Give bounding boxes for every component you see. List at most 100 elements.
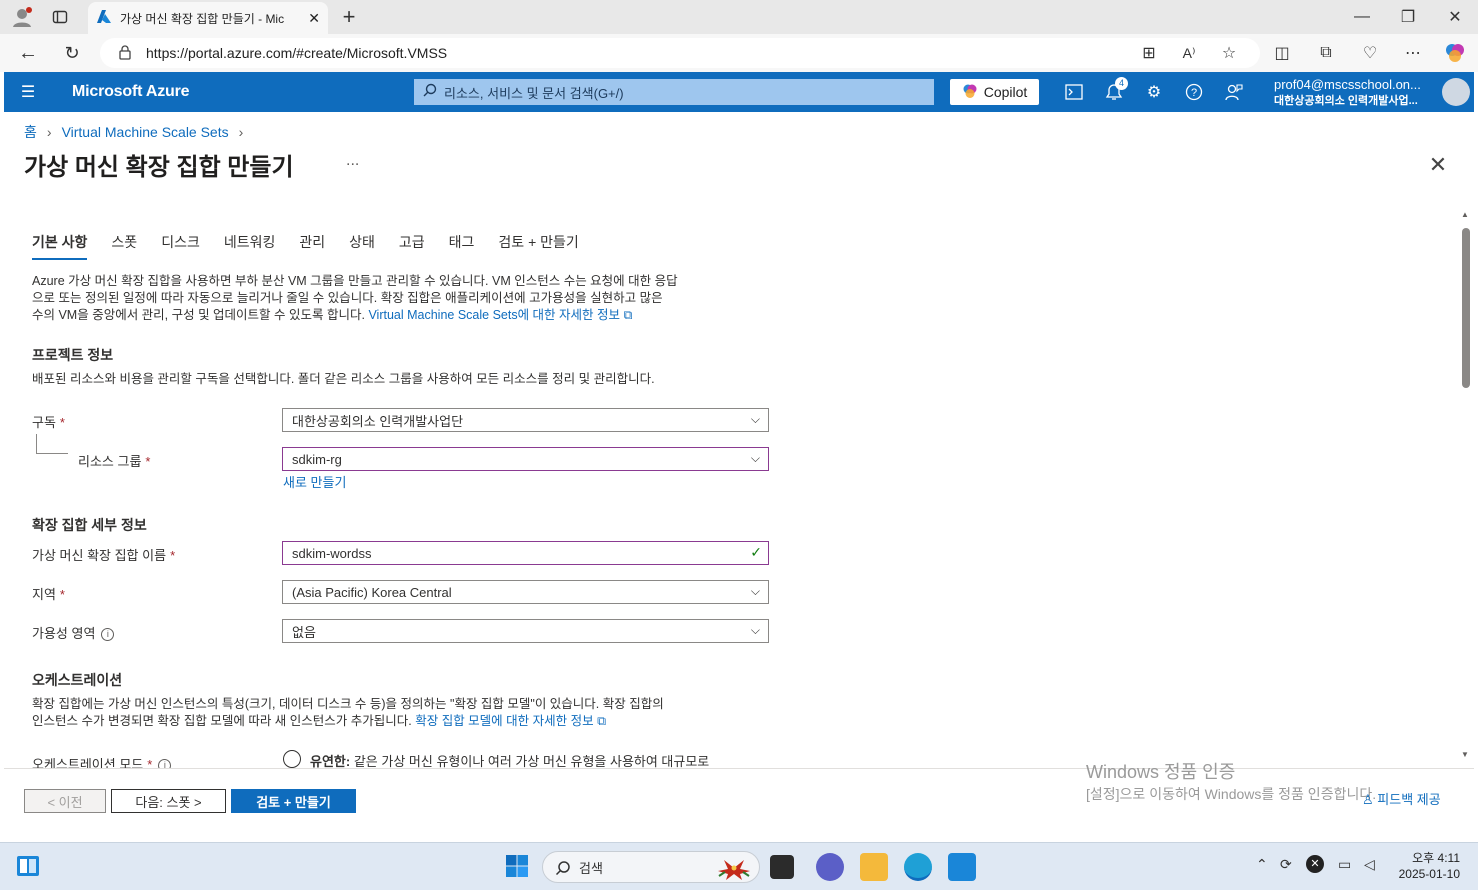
scroll-down-icon[interactable]: ▼ bbox=[1461, 750, 1469, 759]
tab-tags[interactable]: 태그 bbox=[449, 232, 475, 260]
feedback-person-icon[interactable] bbox=[1222, 80, 1246, 104]
scrollbar-thumb[interactable] bbox=[1462, 228, 1470, 388]
flexible-bold: 유연한: bbox=[310, 754, 351, 769]
help-icon[interactable]: ? bbox=[1182, 80, 1206, 104]
vmss-name-input[interactable]: sdkim-wordss ✓ bbox=[282, 541, 769, 565]
page-title: 가상 머신 확장 집합 만들기 bbox=[24, 154, 294, 181]
portal-menu-icon[interactable]: ☰ bbox=[16, 80, 40, 104]
clock-date: 2025-01-10 bbox=[1398, 867, 1460, 881]
scroll-up-icon[interactable]: ▲ bbox=[1461, 210, 1469, 219]
tab-review-create[interactable]: 검토 + 만들기 bbox=[498, 232, 578, 260]
tab-title: 가상 머신 확장 집합 만들기 - Mic bbox=[120, 11, 285, 26]
scale-set-model-learn-more-link[interactable]: 확장 집합 모델에 대한 자세한 정보 bbox=[415, 714, 593, 728]
split-screen-icon[interactable]: ◫ bbox=[1270, 41, 1294, 65]
azure-header: ☰ Microsoft Azure 리소스, 서비스 및 문서 검색(G+/) … bbox=[4, 72, 1474, 112]
chat-icon[interactable] bbox=[816, 853, 844, 881]
close-blade-button[interactable]: ✕ bbox=[1426, 152, 1450, 178]
url-field[interactable]: https://portal.azure.com/#create/Microso… bbox=[100, 38, 1260, 68]
activation-watermark-text: [설정]으로 이동하여 Windows를 정품 인증합니다. bbox=[1086, 786, 1377, 802]
cloud-shell-icon[interactable] bbox=[1062, 80, 1086, 104]
volume-icon[interactable]: ◁ bbox=[1364, 856, 1375, 873]
task-view-icon[interactable] bbox=[770, 855, 794, 879]
tab-networking[interactable]: 네트워킹 bbox=[224, 232, 276, 260]
tab-advanced[interactable]: 고급 bbox=[399, 232, 425, 260]
subscription-label-text: 구독 bbox=[32, 415, 56, 430]
breadcrumb: 홈 › Virtual Machine Scale Sets › bbox=[24, 122, 243, 142]
sync-icon[interactable]: ⟳ bbox=[1280, 856, 1292, 873]
tab-management[interactable]: 관리 bbox=[299, 232, 325, 260]
subscription-select[interactable]: 대한상공회의소 인력개발사업단 ⌵ bbox=[282, 408, 769, 432]
breadcrumb-vmss[interactable]: Virtual Machine Scale Sets bbox=[62, 124, 229, 140]
subscription-label: 구독 * bbox=[32, 412, 65, 431]
account-org: 대한상공회의소 인력개발사업... bbox=[1274, 95, 1418, 107]
more-menu-icon[interactable]: ⋯ bbox=[1401, 41, 1425, 65]
edge-browser-icon[interactable] bbox=[904, 853, 932, 881]
refresh-icon[interactable]: ↻ bbox=[60, 41, 84, 65]
region-select[interactable]: (Asia Pacific) Korea Central ⌵ bbox=[282, 580, 769, 604]
availability-zone-select[interactable]: 없음 ⌵ bbox=[282, 619, 769, 643]
chevron-up-icon[interactable]: ⌃ bbox=[1256, 856, 1268, 873]
notification-count-badge: 4 bbox=[1115, 77, 1128, 90]
taskbar-search-label: 검색 bbox=[579, 860, 603, 876]
tab-actions-icon[interactable] bbox=[48, 5, 72, 29]
create-new-rg-link[interactable]: 새로 만들기 bbox=[283, 472, 346, 491]
region-label-text: 지역 bbox=[32, 587, 56, 602]
previous-button[interactable]: < 이전 bbox=[24, 789, 106, 813]
profile-icon[interactable] bbox=[10, 5, 34, 29]
collections-icon[interactable]: ⧉ bbox=[1314, 41, 1338, 65]
settings-gear-icon[interactable]: ⚙ bbox=[1142, 80, 1166, 104]
back-icon[interactable]: ← bbox=[16, 41, 40, 65]
feedback-label: 피드백 제공 bbox=[1377, 792, 1441, 807]
external-link-icon: ⧉ bbox=[623, 308, 633, 322]
taskbar-search[interactable]: 검색 bbox=[542, 851, 760, 883]
global-search-input[interactable]: 리소스, 서비스 및 문서 검색(G+/) bbox=[414, 79, 934, 105]
feedback-link[interactable]: ♙ 피드백 제공 bbox=[1362, 789, 1441, 808]
availability-zone-label: 가용성 영역 i bbox=[32, 623, 115, 642]
network-icon[interactable]: ▭ bbox=[1338, 856, 1351, 873]
tab-spot[interactable]: 스폿 bbox=[111, 232, 137, 260]
window-close-icon[interactable]: ✕ bbox=[1443, 5, 1467, 29]
taskbar-clock[interactable]: 오후 4:11 2025-01-10 bbox=[1396, 850, 1460, 882]
intro-line-3: 수의 VM을 중앙에서 관리, 구성 및 업데이트할 수 있도록 합니다. bbox=[32, 308, 365, 322]
widgets-icon[interactable] bbox=[16, 854, 40, 881]
app-available-icon[interactable]: ⊞ bbox=[1137, 41, 1161, 65]
close-circle-icon[interactable]: ✕ bbox=[1306, 855, 1324, 873]
copilot-sidebar-icon[interactable] bbox=[1443, 41, 1467, 65]
more-options-button[interactable]: ... bbox=[346, 152, 359, 170]
clock-time: 오후 4:11 bbox=[1412, 851, 1460, 865]
address-bar-row: ← ↻ https://portal.azure.com/#create/Mic… bbox=[0, 34, 1478, 72]
tab-basics[interactable]: 기본 사항 bbox=[32, 232, 88, 260]
notifications-icon[interactable]: 4 bbox=[1102, 77, 1128, 104]
url-text: https://portal.azure.com/#create/Microso… bbox=[146, 45, 448, 61]
vmss-name-label-text: 가상 머신 확장 집합 이름 bbox=[32, 548, 167, 563]
account-info[interactable]: prof04@mscsschool.on... 대한상공회의소 인력개발사업..… bbox=[1274, 77, 1421, 109]
browser-essentials-icon[interactable]: ♡ bbox=[1358, 41, 1382, 65]
tab-disks[interactable]: 디스크 bbox=[161, 232, 200, 260]
minimize-icon[interactable]: — bbox=[1350, 5, 1374, 29]
avatar[interactable] bbox=[1442, 78, 1470, 106]
read-aloud-icon[interactable]: A⁾ bbox=[1177, 41, 1201, 65]
start-windows-icon[interactable] bbox=[505, 854, 529, 881]
flexible-radio[interactable] bbox=[283, 750, 301, 768]
breadcrumb-home[interactable]: 홈 bbox=[24, 122, 37, 142]
copilot-icon bbox=[962, 83, 978, 102]
feedback-icon: ♙ bbox=[1362, 792, 1378, 807]
store-icon[interactable] bbox=[948, 853, 976, 881]
restore-icon[interactable]: ❐ bbox=[1396, 5, 1420, 29]
azure-brand[interactable]: Microsoft Azure bbox=[72, 83, 190, 101]
tab-health[interactable]: 상태 bbox=[349, 232, 375, 260]
copilot-button[interactable]: Copilot bbox=[950, 79, 1039, 105]
chevron-right-icon: › bbox=[46, 124, 52, 140]
vmss-learn-more-link[interactable]: Virtual Machine Scale Sets에 대한 자세한 정보 bbox=[368, 308, 620, 322]
subscription-value: 대한상공회의소 인력개발사업단 bbox=[292, 413, 464, 429]
favorite-star-icon[interactable]: ☆ bbox=[1217, 41, 1241, 65]
browser-tab[interactable]: 가상 머신 확장 집합 만들기 - Mic ✕ bbox=[88, 2, 328, 34]
review-create-button[interactable]: 검토 + 만들기 bbox=[231, 789, 356, 813]
close-tab-icon[interactable]: ✕ bbox=[308, 10, 320, 27]
next-spot-button[interactable]: 다음: 스폿 > bbox=[111, 789, 226, 813]
new-tab-button[interactable]: + bbox=[337, 4, 361, 29]
site-info-icon[interactable] bbox=[118, 44, 132, 63]
info-icon[interactable]: i bbox=[101, 628, 115, 642]
file-explorer-icon[interactable] bbox=[860, 853, 888, 881]
resource-group-select[interactable]: sdkim-rg ⌵ bbox=[282, 447, 769, 471]
